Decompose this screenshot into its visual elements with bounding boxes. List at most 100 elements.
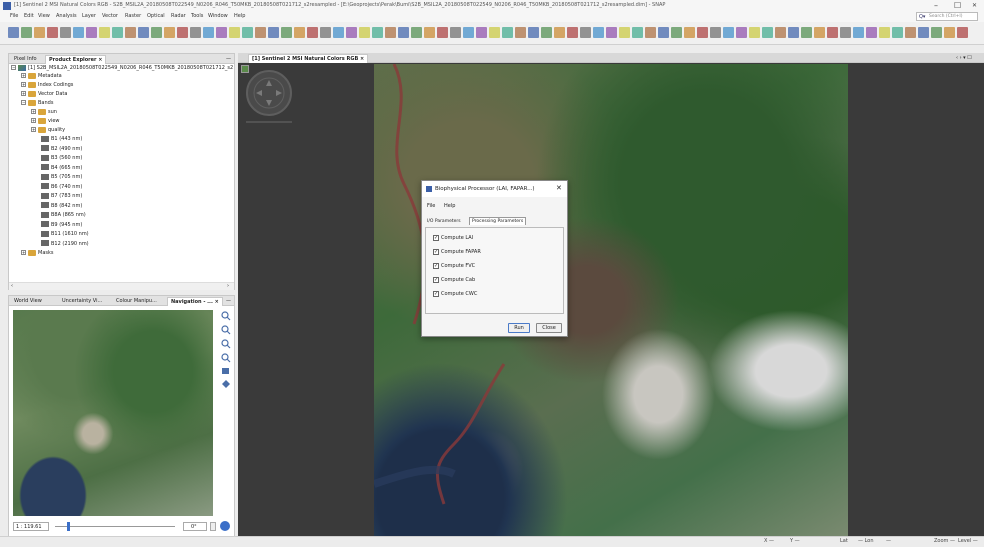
tree-view[interactable]: + view	[31, 117, 60, 125]
toolbar-tool-icon[interactable]	[21, 27, 32, 38]
checkbox-compute-cwc[interactable]: ✓	[433, 290, 439, 297]
tab-uncertainty-visualisation[interactable]: Uncertainty Vi...	[59, 297, 105, 305]
toolbar-tool-icon[interactable]	[437, 27, 448, 38]
minimize-button[interactable]: –	[934, 1, 938, 10]
menu-vector[interactable]: Vector	[102, 13, 118, 19]
toolbar-tool-icon[interactable]	[567, 27, 578, 38]
tree-band-item[interactable]: B8 (842 nm)	[41, 202, 82, 210]
toolbar-tool-icon[interactable]	[424, 27, 435, 38]
zoom-slider-thumb[interactable]	[67, 522, 70, 531]
toolbar-tool-icon[interactable]	[554, 27, 565, 38]
toolbar-tool-icon[interactable]	[723, 27, 734, 38]
expand-icon[interactable]: +	[31, 127, 36, 132]
toolbar-tool-icon[interactable]	[398, 27, 409, 38]
checkbox-compute-fvc[interactable]: ✓	[433, 262, 439, 269]
toolbar-tool-icon[interactable]	[86, 27, 97, 38]
option-compute-fvc[interactable]: ✓ Compute FVC	[433, 261, 475, 271]
dialog-menu-file[interactable]: File	[427, 203, 435, 209]
tab-image-view[interactable]: [1] Sentinel 2 MSI Natural Colors RGB ×	[248, 54, 369, 63]
toolbar-tool-icon[interactable]	[827, 27, 838, 38]
option-compute-cwc[interactable]: ✓ Compute CWC	[433, 289, 477, 299]
menu-edit[interactable]: Edit	[24, 13, 34, 19]
toolbar-tool-icon[interactable]	[632, 27, 643, 38]
tab-io-parameters[interactable]: I/O Parameters	[427, 219, 461, 224]
expand-icon[interactable]: +	[21, 91, 26, 96]
toolbar-tool-icon[interactable]	[229, 27, 240, 38]
toolbar-tool-icon[interactable]	[892, 27, 903, 38]
tree-masks[interactable]: + Masks	[21, 249, 53, 257]
expand-icon[interactable]: +	[31, 118, 36, 123]
toolbar-tool-icon[interactable]	[866, 27, 877, 38]
tree-band-item[interactable]: B9 (945 nm)	[41, 221, 82, 229]
toolbar-tool-icon[interactable]	[619, 27, 630, 38]
toolbar-tool-icon[interactable]	[476, 27, 487, 38]
toolbar-tool-icon[interactable]	[658, 27, 669, 38]
toolbar-tool-icon[interactable]	[346, 27, 357, 38]
toolbar-tool-icon[interactable]	[593, 27, 604, 38]
toolbar-tool-icon[interactable]	[697, 27, 708, 38]
toolbar-tool-icon[interactable]	[918, 27, 929, 38]
toolbar-tool-icon[interactable]	[775, 27, 786, 38]
toolbar-tool-icon[interactable]	[645, 27, 656, 38]
toolbar-tool-icon[interactable]	[177, 27, 188, 38]
collapse-icon[interactable]: −	[21, 100, 26, 105]
tree-product[interactable]: − [1] S2B_MSIL2A_20180508T022549_N0206_R0…	[11, 64, 233, 72]
toolbar-tool-icon[interactable]	[255, 27, 266, 38]
dialog-menu-help[interactable]: Help	[444, 203, 455, 209]
expand-icon[interactable]: +	[31, 109, 36, 114]
zoom-tool-icons[interactable]	[219, 310, 233, 400]
toolbar-tool-icon[interactable]	[112, 27, 123, 38]
tab-processing-parameters[interactable]: Processing Parameters	[469, 217, 527, 225]
toolbar-tool-icon[interactable]	[463, 27, 474, 38]
toolbar-tool-icon[interactable]	[372, 27, 383, 38]
toolbar-tool-icon[interactable]	[333, 27, 344, 38]
toolbar-tool-icon[interactable]	[736, 27, 747, 38]
tree-vector-data[interactable]: + Vector Data	[21, 90, 67, 98]
expand-icon[interactable]: +	[21, 250, 26, 255]
close-button[interactable]: Close	[536, 323, 562, 333]
toolbar-tool-icon[interactable]	[34, 27, 45, 38]
menu-view[interactable]: View	[38, 13, 50, 19]
checkbox-compute-lai[interactable]: ✓	[433, 234, 439, 241]
toolbar-tool-icon[interactable]	[944, 27, 955, 38]
toolbar-tool-icon[interactable]	[359, 27, 370, 38]
maximize-button[interactable]: ☐	[954, 1, 961, 10]
toolbar-tool-icon[interactable]	[190, 27, 201, 38]
panel-minimize-button[interactable]: —	[223, 55, 234, 63]
tree-sun[interactable]: + sun	[31, 108, 57, 116]
tree-band-item[interactable]: B5 (705 nm)	[41, 173, 82, 181]
toolbar-tool-icon[interactable]	[73, 27, 84, 38]
toolbar-tool-icon[interactable]	[840, 27, 851, 38]
toolbar-tool-icon[interactable]	[125, 27, 136, 38]
rotation-field[interactable]: 0°	[183, 522, 207, 531]
horizontal-scrollbar[interactable]: ‹ ›	[9, 282, 234, 290]
menu-layer[interactable]: Layer	[82, 13, 96, 19]
toolbar-tool-icon[interactable]	[47, 27, 58, 38]
toolbar-tool-icon[interactable]	[814, 27, 825, 38]
toolbar-tool-icon[interactable]	[242, 27, 253, 38]
option-compute-fapar[interactable]: ✓ Compute FAPAR	[433, 247, 481, 257]
option-compute-cab[interactable]: ✓ Compute Cab	[433, 275, 475, 285]
toolbar-tool-icon[interactable]	[749, 27, 760, 38]
toolbar-tool-icon[interactable]	[762, 27, 773, 38]
tab-navigation[interactable]: Navigation - ... ×	[167, 297, 223, 306]
menu-raster[interactable]: Raster	[125, 13, 141, 19]
toolbar-tool-icon[interactable]	[8, 27, 19, 38]
menu-radar[interactable]: Radar	[171, 13, 186, 19]
tree-band-item[interactable]: B1 (443 nm)	[41, 135, 82, 143]
toolbar-tool-icon[interactable]	[489, 27, 500, 38]
toolbar-tool-icon[interactable]	[710, 27, 721, 38]
tree-band-item[interactable]: B11 (1610 nm)	[41, 230, 89, 238]
toolbar-tool-icon[interactable]	[502, 27, 513, 38]
toolbar-tool-icon[interactable]	[99, 27, 110, 38]
tab-colour-manipulation[interactable]: Colour Manipu...	[113, 297, 160, 305]
close-window-button[interactable]: ✕	[972, 2, 977, 9]
toolbar-tool-icon[interactable]	[164, 27, 175, 38]
tab-world-view[interactable]: World View	[11, 297, 45, 305]
dialog-close-icon[interactable]: ✕	[556, 184, 562, 192]
toolbar-tool-icon[interactable]	[60, 27, 71, 38]
expand-icon[interactable]: +	[21, 82, 26, 87]
option-compute-lai[interactable]: ✓ Compute LAI	[433, 233, 473, 243]
tree-index-codings[interactable]: + Index Codings	[21, 81, 73, 89]
menu-optical[interactable]: Optical	[147, 13, 165, 19]
